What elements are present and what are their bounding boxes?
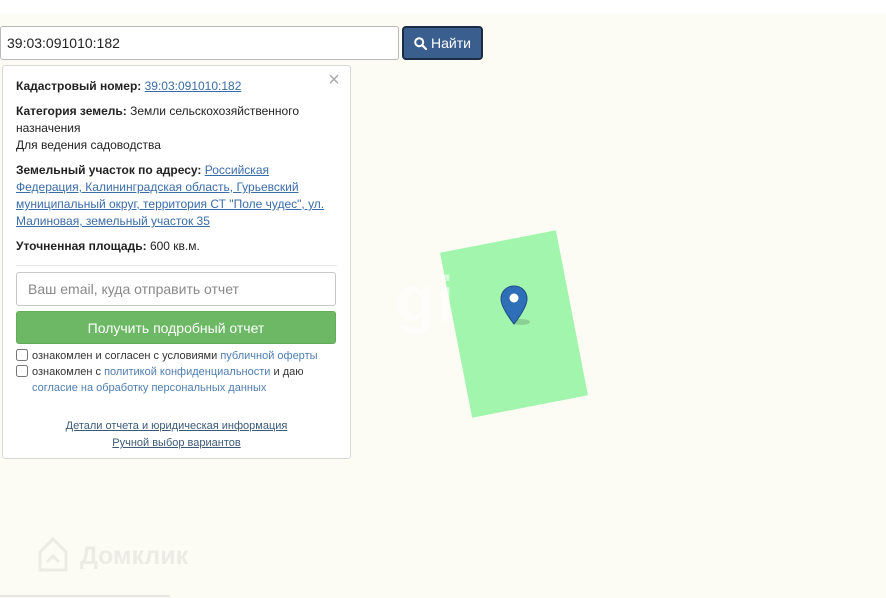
privacy-consent-text-a: ознакомлен с bbox=[32, 366, 102, 378]
area-label: Уточненная площадь: bbox=[16, 239, 147, 253]
privacy-consent-row: ознакомлен с политикой конфиденциальност… bbox=[16, 364, 336, 396]
map-marker-icon[interactable] bbox=[500, 284, 530, 328]
map-top-strip bbox=[0, 0, 886, 14]
get-report-button[interactable]: Получить подробный отчет bbox=[16, 311, 336, 344]
offer-consent-text: ознакомлен и согласен с условиями bbox=[32, 350, 218, 362]
privacy-consent-checkbox[interactable] bbox=[16, 365, 28, 377]
report-details-link[interactable]: Детали отчета и юридическая информация bbox=[3, 418, 350, 435]
email-field[interactable] bbox=[16, 272, 336, 306]
public-offer-link[interactable]: публичной оферты bbox=[220, 350, 317, 362]
cadastral-row: Кадастровый номер: 39:03:091010:182 bbox=[16, 78, 332, 95]
cadastral-label: Кадастровый номер: bbox=[16, 79, 142, 93]
usage-value: Для ведения садоводства bbox=[16, 138, 161, 152]
category-row: Категория земель: Земли сельскохозяйстве… bbox=[16, 103, 332, 154]
address-row: Земельный участок по адресу: Российская … bbox=[16, 162, 332, 230]
address-label: Земельный участок по адресу: bbox=[16, 163, 202, 177]
search-button[interactable]: Найти bbox=[402, 26, 483, 60]
svg-text:Домклик: Домклик bbox=[80, 542, 189, 570]
search-icon bbox=[414, 36, 428, 50]
panel-footer-links: Детали отчета и юридическая информация Р… bbox=[3, 418, 350, 452]
personal-data-consent-link[interactable]: согласие на обработку персональных данны… bbox=[16, 380, 336, 396]
privacy-consent-text-b: и даю bbox=[273, 366, 304, 378]
map-bottom-line bbox=[0, 595, 170, 597]
area-value: 600 кв.м. bbox=[149, 239, 200, 253]
search-input[interactable] bbox=[0, 26, 399, 60]
search-button-label: Найти bbox=[431, 35, 471, 51]
area-row: Уточненная площадь: 600 кв.м. bbox=[16, 238, 332, 255]
manual-selection-link[interactable]: Ручной выбор вариантов bbox=[3, 435, 350, 452]
parcel-details: Кадастровый номер: 39:03:091010:182 Кате… bbox=[16, 78, 332, 263]
domclick-logo-icon: Домклик bbox=[38, 536, 189, 572]
category-label: Категория земель: bbox=[16, 104, 127, 118]
parcel-info-panel: × Кадастровый номер: 39:03:091010:182 Ка… bbox=[2, 65, 351, 459]
privacy-policy-link[interactable]: политикой конфиденциальности bbox=[104, 366, 270, 378]
offer-consent-row: ознакомлен и согласен с условиями публич… bbox=[16, 348, 336, 364]
offer-consent-checkbox[interactable] bbox=[16, 349, 28, 361]
divider bbox=[16, 265, 337, 266]
map-watermark: gi bbox=[396, 263, 455, 335]
cadastral-link[interactable]: 39:03:091010:182 bbox=[145, 79, 242, 93]
